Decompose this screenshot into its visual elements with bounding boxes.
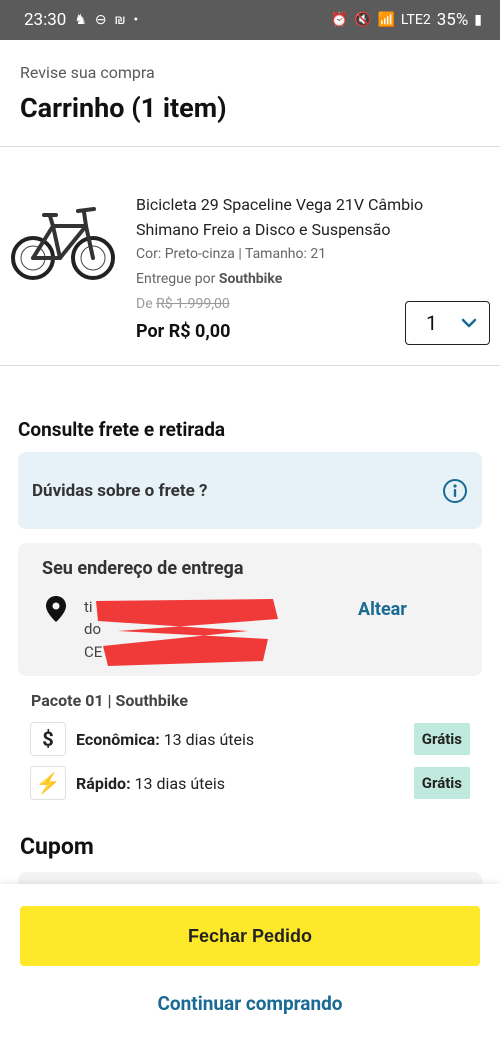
seller-prefix: Entregue por — [136, 271, 219, 287]
old-price: De R$ 1.999,00 — [136, 296, 230, 312]
wifi-icon: 📶 — [377, 12, 395, 28]
info-icon[interactable] — [442, 478, 468, 504]
dollar-icon: $ — [30, 722, 66, 756]
battery-icon: ▮ — [474, 12, 482, 28]
battery-level: 35% — [436, 10, 469, 30]
page-subtitle: Revise sua compra — [20, 63, 155, 82]
shipping-option-name: Econômica: — [76, 729, 160, 749]
app-icon: ₪ — [114, 12, 126, 28]
redaction-scribble — [96, 599, 278, 666]
quantity-select[interactable]: 1 — [405, 301, 490, 345]
product-seller: Entregue por Southbike — [136, 271, 282, 287]
shipping-option-name: Rápido: — [76, 773, 131, 793]
edit-address-button[interactable]: Altear — [358, 599, 407, 620]
alarm-icon: ⏰ — [330, 12, 348, 28]
page-title: Carrinho (1 item) — [20, 92, 227, 124]
shipping-option-time: 13 dias úteis — [130, 773, 226, 793]
old-price-value: R$ 1.999,00 — [156, 296, 230, 312]
shipping-option-economica[interactable]: $ Econômica: 13 dias úteis Grátis — [30, 722, 470, 756]
checkout-button[interactable]: Fechar Pedido — [20, 906, 480, 966]
product-image[interactable] — [8, 196, 118, 296]
clock: 23:30 — [24, 10, 67, 30]
package-label: Pacote 01 | Southbike — [31, 691, 189, 710]
continue-shopping-link[interactable]: Continuar comprando — [0, 992, 500, 1015]
chevron-down-icon — [461, 318, 477, 328]
delivery-address-card: Seu endereço de entrega ti do CE Altear — [18, 543, 482, 676]
status-bar: 23:30 ♞ ⊖ ₪ • ⏰ 🔇 📶 LTE2 35% ▮ — [0, 0, 500, 40]
old-price-prefix: De — [136, 296, 157, 312]
shipping-option-text: Econômica: 13 dias úteis — [76, 730, 254, 749]
shipping-option-text: Rápido: 13 dias úteis — [76, 774, 225, 793]
shipping-price-badge: Grátis — [413, 723, 470, 755]
shipping-faq[interactable]: Dúvidas sobre o frete ? — [18, 452, 482, 529]
page-header: Revise sua compra Carrinho (1 item) — [0, 40, 500, 147]
shipping-price-badge: Grátis — [413, 767, 470, 799]
seller-name: Southbike — [218, 271, 283, 287]
product-attributes: Cor: Preto-cinza | Tamanho: 21 — [136, 246, 327, 262]
bottom-action-bar: Fechar Pedido Continuar comprando — [0, 884, 500, 1056]
location-pin-icon — [46, 596, 66, 622]
network-label: LTE2 — [400, 12, 431, 28]
address-label: Seu endereço de entrega — [42, 558, 244, 579]
cart-item: Bicicleta 29 Spaceline Vega 21V Câmbio S… — [0, 148, 500, 366]
product-name[interactable]: Bicicleta 29 Spaceline Vega 21V Câmbio S… — [136, 192, 476, 242]
quantity-value: 1 — [426, 311, 438, 335]
shipping-option-time: 13 dias úteis — [159, 729, 255, 749]
shipping-option-rapido[interactable]: ⚡ Rápido: 13 dias úteis Grátis — [30, 766, 470, 800]
mute-icon: 🔇 — [354, 12, 372, 28]
dnd-icon: ⊖ — [94, 12, 107, 28]
notification-icon: ♞ — [74, 12, 87, 28]
lightning-icon: ⚡ — [30, 766, 66, 800]
more-dot-icon: • — [133, 12, 139, 28]
shipping-faq-label: Dúvidas sobre o frete ? — [32, 480, 208, 501]
coupon-title: Cupom — [20, 833, 94, 860]
shipping-section-title: Consulte frete e retirada — [18, 418, 226, 441]
current-price: Por R$ 0,00 — [136, 321, 231, 342]
